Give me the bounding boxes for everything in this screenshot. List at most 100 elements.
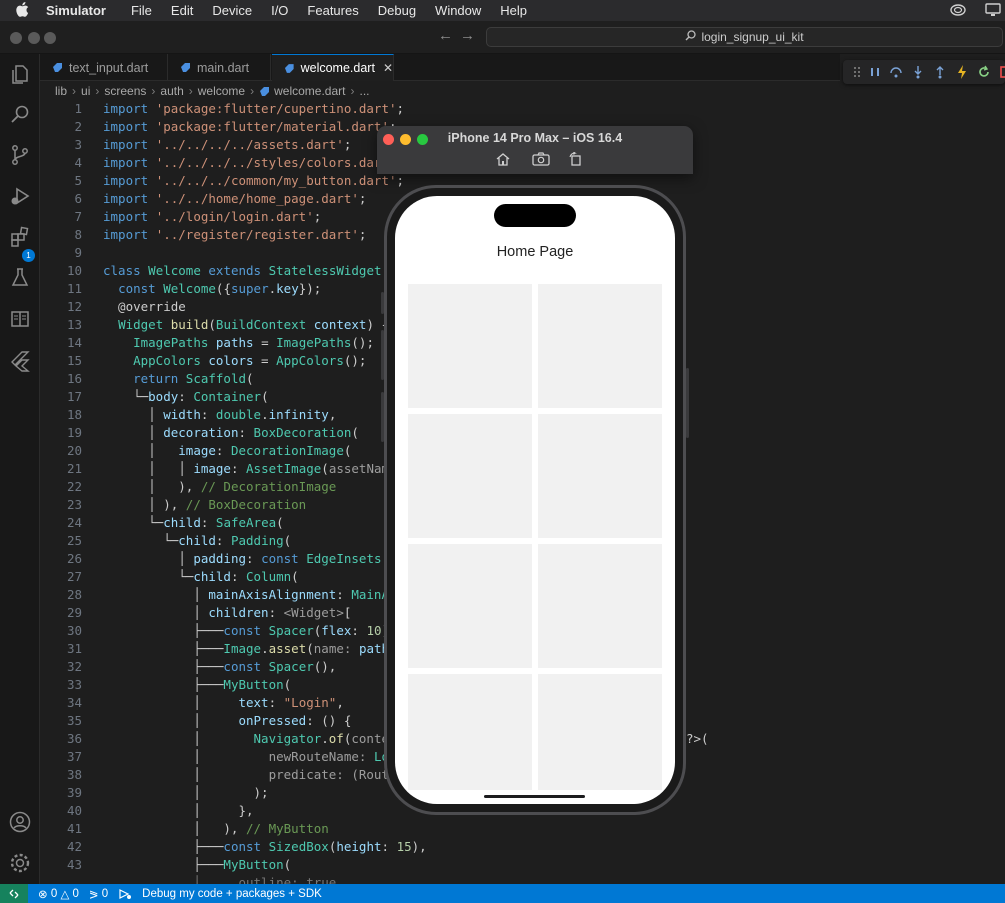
code-line: class Welcome extends StatelessWidget { [103, 263, 397, 278]
line-number: 19 [66, 425, 82, 440]
breadcrumb-item[interactable]: ui [81, 84, 90, 98]
grid-tile[interactable] [538, 414, 662, 538]
code-line: │ predicate: (Route [103, 767, 397, 782]
debug-launch-icon[interactable] [118, 888, 132, 900]
line-number: 4 [74, 155, 82, 170]
grid-tile[interactable] [408, 674, 532, 790]
code-line: └─child: Column( [103, 569, 299, 584]
command-center-text: login_signup_ui_kit [701, 30, 804, 44]
menu-window[interactable]: Window [435, 3, 481, 18]
problems-indicator[interactable]: ⊗ 0 △ 0 [38, 887, 79, 901]
step-over-icon[interactable] [888, 64, 904, 80]
grid-tile[interactable] [538, 674, 662, 790]
step-out-icon[interactable] [932, 64, 948, 80]
ports-indicator[interactable]: ⪖ 0 [89, 887, 108, 901]
tab-welcome-dart[interactable]: welcome.dart ✕ [272, 54, 394, 81]
chevron-right-icon: › [350, 84, 355, 98]
tab-label: main.dart [197, 60, 250, 75]
breadcrumb-item[interactable]: ... [359, 84, 369, 98]
source-control-icon[interactable] [8, 143, 32, 167]
breadcrumb-item[interactable]: screens [104, 84, 146, 98]
ports-count: 0 [101, 887, 109, 900]
dynamic-island [494, 204, 576, 227]
grid-tile[interactable] [538, 284, 662, 408]
code-line: │ │ image: AssetImage(assetName [103, 461, 397, 476]
stop-icon[interactable] [998, 64, 1005, 80]
line-number: 27 [66, 569, 82, 584]
book-icon[interactable] [8, 307, 32, 331]
grid-tile[interactable] [538, 544, 662, 668]
menu-io[interactable]: I/O [271, 3, 288, 18]
restart-icon[interactable] [976, 64, 992, 80]
back-arrow-icon[interactable]: ← [438, 27, 453, 44]
breadcrumb-item[interactable]: lib [55, 84, 67, 98]
command-center-search[interactable]: login_signup_ui_kit [486, 27, 1003, 47]
menu-features[interactable]: Features [307, 3, 358, 18]
home-page-title: Home Page [496, 244, 574, 260]
forward-arrow-icon[interactable]: → [460, 27, 475, 44]
code-line: │ }, [103, 803, 254, 818]
pause-icon[interactable] [867, 64, 883, 80]
display-icon[interactable] [985, 3, 1001, 17]
zoom-window-button[interactable] [44, 32, 56, 44]
device-screen[interactable]: Home Page [395, 196, 675, 804]
extensions-icon[interactable] [8, 225, 32, 249]
error-count: 0 [50, 887, 58, 900]
drag-handle-icon[interactable] [849, 64, 865, 80]
close-window-button[interactable] [10, 32, 22, 44]
run-debug-icon[interactable] [8, 184, 32, 208]
line-number: 42 [66, 839, 82, 854]
breadcrumb-item[interactable]: welcome.dart [274, 84, 345, 98]
code-line: ├───const Spacer(), [103, 659, 337, 674]
breadcrumb-item[interactable]: auth [160, 84, 183, 98]
account-icon[interactable] [8, 810, 32, 834]
line-number: 28 [66, 587, 82, 602]
chevron-right-icon: › [250, 84, 255, 98]
explorer-icon[interactable] [8, 62, 32, 86]
home-icon[interactable] [495, 152, 511, 166]
creative-cloud-icon[interactable] [950, 3, 966, 17]
line-number: 1 [74, 101, 82, 116]
menu-file[interactable]: File [131, 3, 152, 18]
grid-tile[interactable] [408, 284, 532, 408]
tab-text-input-dart[interactable]: text_input.dart [40, 54, 168, 81]
hot-reload-icon[interactable] [954, 64, 970, 80]
error-icon: ⊗ [38, 888, 48, 901]
tab-main-dart[interactable]: main.dart [168, 54, 271, 81]
code-line: @override [103, 299, 186, 314]
testing-flask-icon[interactable] [8, 266, 32, 290]
code-line: │ mainAxisAlignment: MainAx [103, 587, 397, 602]
line-number: 43 [66, 857, 82, 872]
menu-help[interactable]: Help [500, 3, 527, 18]
search-icon [685, 30, 697, 44]
simulator-title: iPhone 14 Pro Max – iOS 16.4 [447, 131, 623, 145]
code-line: │ ), // BoxDecoration [103, 497, 307, 512]
line-number: 36 [66, 731, 82, 746]
home-indicator[interactable] [484, 795, 585, 798]
line-number: 14 [66, 335, 82, 350]
dart-file-icon [53, 63, 62, 72]
apple-icon[interactable] [16, 1, 32, 20]
step-into-icon[interactable] [910, 64, 926, 80]
flutter-icon[interactable] [8, 349, 32, 373]
menu-app-name[interactable]: Simulator [46, 3, 106, 18]
menu-edit[interactable]: Edit [171, 3, 193, 18]
remote-indicator-icon[interactable] [0, 884, 28, 903]
grid-tile[interactable] [408, 544, 532, 668]
grid-tile[interactable] [408, 414, 532, 538]
minimize-window-button[interactable] [28, 32, 40, 44]
code-line: import '../../../../styles/colors.dart'; [103, 155, 404, 170]
menu-debug[interactable]: Debug [378, 3, 416, 18]
rotate-device-icon[interactable] [568, 151, 584, 166]
debug-config-label[interactable]: Debug my code + packages + SDK [142, 888, 322, 900]
close-tab-icon[interactable]: ✕ [383, 61, 393, 75]
screenshot-camera-icon[interactable] [532, 152, 550, 166]
search-icon[interactable] [8, 102, 32, 126]
line-number: 17 [66, 389, 82, 404]
breadcrumb-item[interactable]: welcome [198, 84, 245, 98]
code-line: ├───Image.asset(name: paths [103, 641, 397, 656]
menu-device[interactable]: Device [212, 3, 252, 18]
line-number: 2 [74, 119, 82, 134]
code-line: └─body: Container( [103, 389, 269, 404]
settings-gear-icon[interactable] [8, 851, 32, 875]
